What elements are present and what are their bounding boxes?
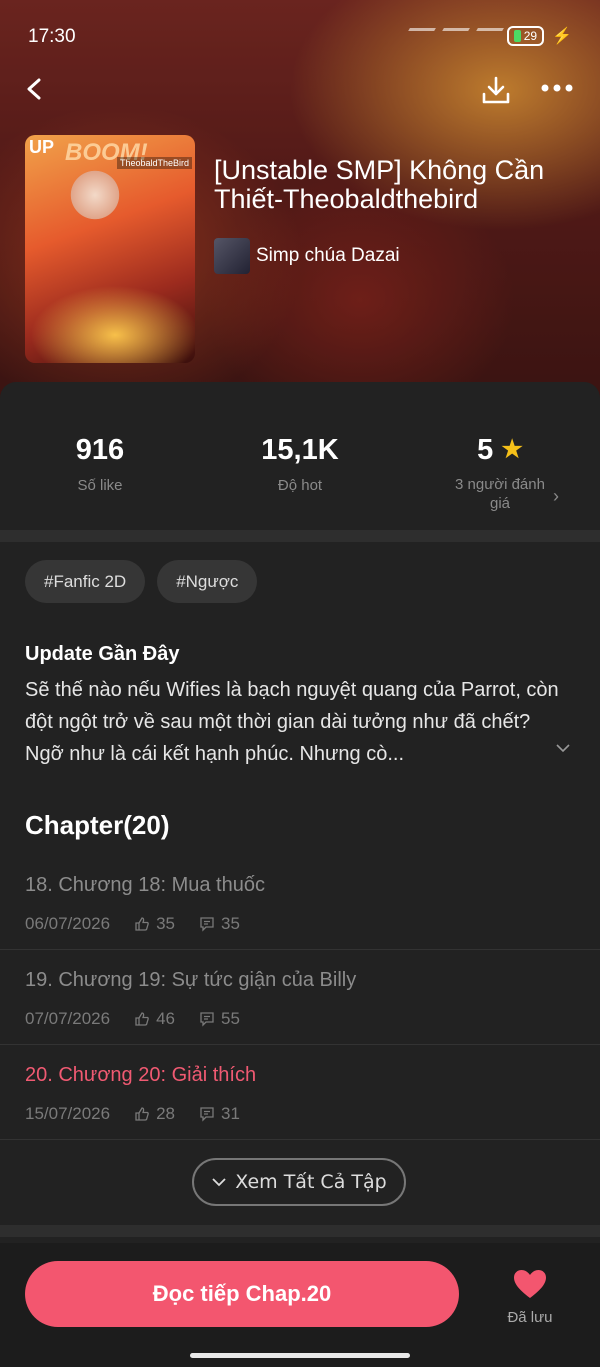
back-arrow-icon[interactable] [24,78,46,100]
chapter-item[interactable]: 18. Chương 18: Mua thuốc 06/07/2026 35 3… [0,854,600,950]
saved-label[interactable]: Đã lưu [498,1309,562,1326]
tag-list: #Fanfic 2D #Ngược [25,560,258,603]
wifi-icon [467,27,504,45]
status-icons: 29 ⚡ [399,26,572,46]
likes-label: Số like [77,477,123,494]
thumb-up-icon [135,1012,149,1026]
comment-icon [200,917,214,932]
chapter-comments: 31 [221,1104,240,1123]
book-cover: BOOM! UP TheobaldTheBird [25,135,195,363]
chapter-item[interactable]: 19. Chương 19: Sự tức giận của Billy 07/… [0,949,600,1045]
rating-stat[interactable]: 5 ★ 3 người đánh giá [400,434,600,513]
bottom-action-bar: Đọc tiếp Chap.20 Đã lưu [0,1243,600,1367]
hot-value: 15,1K [261,434,339,466]
signal-icon [399,27,436,45]
thumb-up-icon [135,917,149,931]
chapter-likes: 35 [156,914,176,933]
view-all-chapters-button[interactable]: Xem Tất Cả Tập [192,1158,406,1206]
status-time: 17:30 [28,26,76,47]
book-title: [Unstable SMP] Không Cần Thiết-Theobaldt… [214,155,545,214]
comment-icon [200,1107,214,1122]
status-bar: 17:30 29 ⚡ [28,22,572,50]
chapter-date: 15/07/2026 [25,1104,111,1123]
stats-row: 916 Số like 15,1K Độ hot 5 ★ 3 người đán… [0,382,600,530]
chapter-meta: 06/07/2026 35 35 [25,914,240,934]
chapter-meta: 07/07/2026 46 55 [25,1009,240,1029]
rating-value: 5 [477,434,494,466]
chapter-title[interactable]: 19. Chương 19: Sự tức giận của Billy [25,969,356,992]
chapter-title[interactable]: 20. Chương 20: Giải thích [25,1064,256,1087]
chevron-down-icon[interactable] [555,740,571,756]
heart-icon[interactable] [512,1268,548,1300]
cover-watermark: TheobaldTheBird [117,157,193,169]
battery-icon: 29 [506,26,545,46]
comment-icon [200,1012,214,1027]
divider [0,530,600,542]
tag-chip[interactable]: #Ngược [157,560,258,603]
likes-stat: 916 Số like [0,434,200,494]
battery-level: 29 [523,29,538,43]
divider [0,1225,600,1237]
chapter-date: 07/07/2026 [25,1009,111,1028]
chapter-likes: 28 [156,1104,176,1123]
author-name[interactable]: Simp chúa Dazai [256,245,400,267]
more-dots-icon[interactable] [540,80,574,96]
download-icon[interactable] [480,74,512,106]
view-all-label: Xem Tất Cả Tập [235,1171,387,1193]
star-icon: ★ [501,436,523,463]
home-indicator[interactable] [190,1353,410,1358]
detail-sheet: 916 Số like 15,1K Độ hot 5 ★ 3 người đán… [0,382,600,1367]
chapter-heading: Chapter(20) [25,810,170,840]
update-heading: Update Gần Đây [25,643,180,665]
thumb-up-icon [135,1107,149,1121]
chapter-date: 06/07/2026 [25,914,111,933]
likes-value: 916 [75,434,125,466]
signal-icon [433,27,470,45]
update-badge: UP [29,137,55,157]
continue-reading-button[interactable]: Đọc tiếp Chap.20 [25,1261,459,1327]
update-description: Sẽ thế nào nếu Wifies là bạch nguyệt qua… [25,679,559,765]
chapter-title[interactable]: 18. Chương 18: Mua thuốc [25,874,265,897]
hot-label: Độ hot [277,477,323,494]
tag-chip[interactable]: #Fanfic 2D [25,560,146,603]
chapter-likes: 46 [156,1009,176,1028]
chapter-comments: 55 [221,1009,240,1028]
top-bar [0,70,600,114]
chapter-item-current[interactable]: 20. Chương 20: Giải thích 15/07/2026 28 … [0,1044,600,1140]
chevron-down-icon [212,1178,226,1187]
rating-label: 3 người đánh giá [455,476,545,512]
author-row[interactable]: Simp chúa Dazai [214,238,400,274]
hot-stat: 15,1K Độ hot [200,434,400,494]
chapter-comments: 35 [221,914,240,933]
author-avatar[interactable] [214,238,250,274]
chapter-meta: 15/07/2026 28 31 [25,1104,240,1124]
charging-icon: ⚡ [552,28,572,45]
chevron-right-icon[interactable]: › [553,486,559,507]
